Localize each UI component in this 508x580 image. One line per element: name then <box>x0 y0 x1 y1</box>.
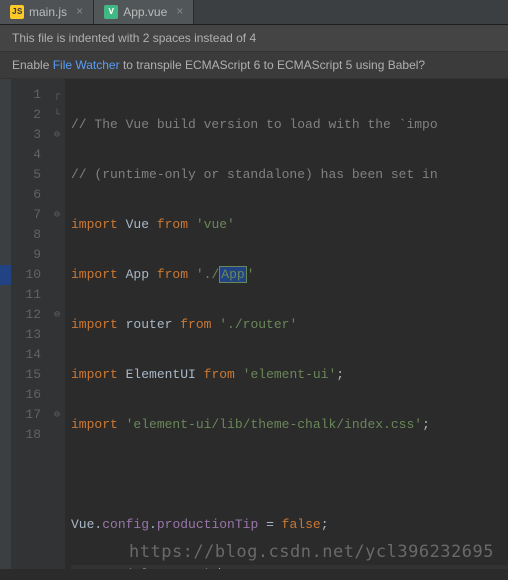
notification-prefix: Enable <box>12 58 53 72</box>
code-line: import ElementUI from 'element-ui'; <box>71 365 508 385</box>
line-number[interactable]: 15 <box>17 365 41 385</box>
line-number[interactable]: 5 <box>17 165 41 185</box>
fold-marker-icon[interactable]: └ <box>49 105 65 125</box>
close-icon[interactable]: × <box>76 5 83 19</box>
line-number[interactable]: 8 <box>17 225 41 245</box>
close-icon[interactable]: × <box>176 5 183 19</box>
editor-left-strip <box>0 79 11 569</box>
line-number[interactable]: 13 <box>17 325 41 345</box>
notification-text: This file is indented with 2 spaces inst… <box>12 31 256 45</box>
code-content[interactable]: // The Vue build version to load with th… <box>65 79 508 569</box>
code-line: Vue.config.productionTip = false; <box>71 515 508 535</box>
fold-marker-icon[interactable]: ⊖ <box>49 125 65 145</box>
code-line-current: Vue.use(ElementUI); <box>71 565 508 569</box>
line-number[interactable]: 9 <box>17 245 41 265</box>
editor-tabs: JS main.js × V App.vue × <box>0 0 508 25</box>
code-line: // The Vue build version to load with th… <box>71 115 508 135</box>
line-number[interactable]: 3 <box>17 125 41 145</box>
fold-marker-icon[interactable]: ⊖ <box>49 405 65 425</box>
line-number[interactable]: 6 <box>17 185 41 205</box>
javascript-file-icon: JS <box>10 5 24 19</box>
indent-notification-bar[interactable]: This file is indented with 2 spaces inst… <box>0 25 508 52</box>
fold-marker-icon[interactable]: ┌ <box>49 85 65 105</box>
line-number[interactable]: 14 <box>17 345 41 365</box>
code-line: // (runtime-only or standalone) has been… <box>71 165 508 185</box>
vue-file-icon: V <box>104 5 118 19</box>
notification-suffix: to transpile ECMAScript 6 to ECMAScript … <box>120 58 425 72</box>
line-number[interactable]: 4 <box>17 145 41 165</box>
line-number[interactable]: 1 <box>17 85 41 105</box>
tab-app-vue[interactable]: V App.vue × <box>94 0 194 24</box>
line-number[interactable]: 16 <box>17 385 41 405</box>
fold-marker-icon[interactable]: ⊖ <box>49 305 65 325</box>
tab-label: main.js <box>29 5 67 19</box>
line-number[interactable]: 17 <box>17 405 41 425</box>
code-line: import router from './router' <box>71 315 508 335</box>
line-number[interactable]: 11 <box>17 285 41 305</box>
fold-marker-icon[interactable]: ⊖ <box>49 205 65 225</box>
line-number[interactable]: 10 <box>17 265 41 285</box>
line-number[interactable]: 12 <box>17 305 41 325</box>
code-line <box>71 465 508 485</box>
code-line: import App from './App' <box>71 265 508 285</box>
selection-marker <box>0 265 11 285</box>
code-line: import 'element-ui/lib/theme-chalk/index… <box>71 415 508 435</box>
code-editor[interactable]: 1 2 3 4 5 6 7 8 9 10 11 12 13 14 15 16 1… <box>0 79 508 569</box>
line-number[interactable]: 18 <box>17 425 41 445</box>
line-number[interactable]: 7 <box>17 205 41 225</box>
file-watcher-notification-bar[interactable]: Enable File Watcher to transpile ECMAScr… <box>0 52 508 79</box>
fold-gutter: ┌ └ ⊖ ⊖ ⊖ ⊖ <box>49 79 65 569</box>
tab-label: App.vue <box>123 5 167 19</box>
watermark-text: https://blog.csdn.net/ycl396232695 <box>129 542 494 562</box>
tab-main-js[interactable]: JS main.js × <box>0 0 94 24</box>
text-cursor <box>219 568 220 569</box>
code-line: import Vue from 'vue' <box>71 215 508 235</box>
file-watcher-link[interactable]: File Watcher <box>53 58 120 72</box>
line-number[interactable]: 2 <box>17 105 41 125</box>
line-number-gutter: 1 2 3 4 5 6 7 8 9 10 11 12 13 14 15 16 1… <box>11 79 49 569</box>
